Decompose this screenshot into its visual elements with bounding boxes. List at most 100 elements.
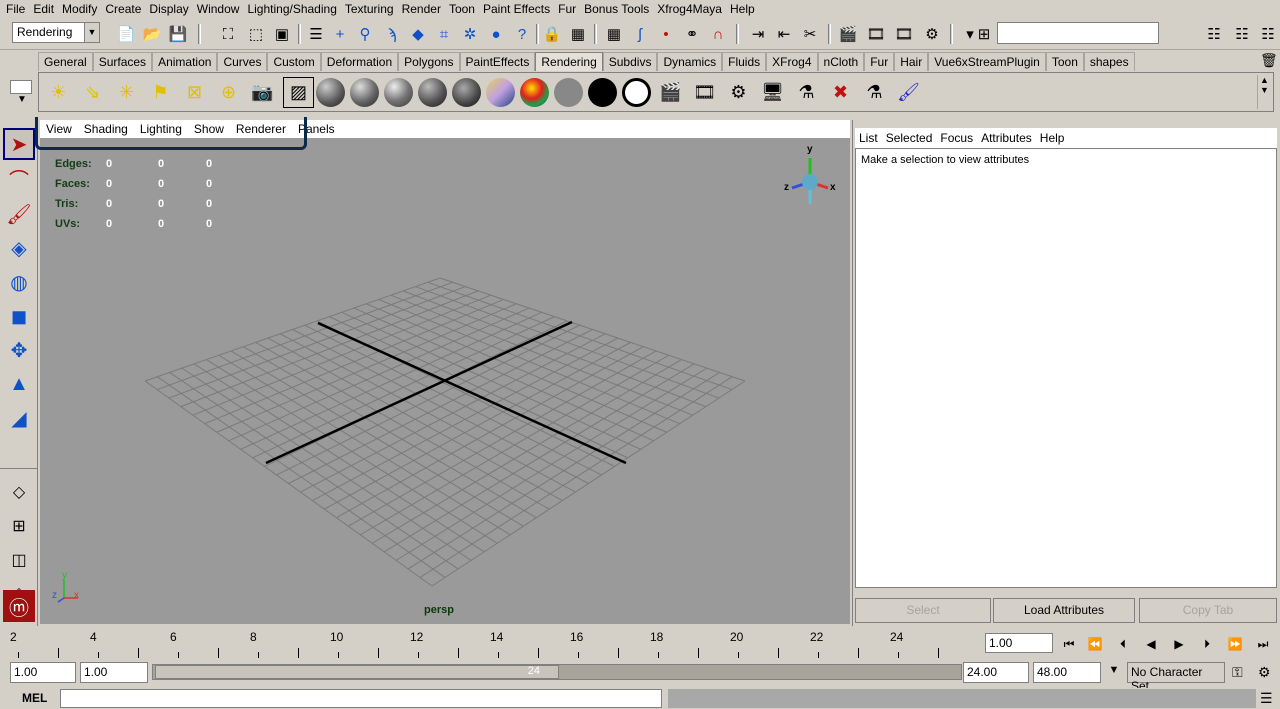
- surface-shader-icon[interactable]: [553, 77, 584, 108]
- ambient-light-icon[interactable]: ☀: [43, 77, 74, 108]
- playback-end-field[interactable]: 24.00: [963, 662, 1029, 683]
- step-back-key-icon[interactable]: ⏴: [1112, 633, 1134, 655]
- shelf-tab-toon[interactable]: Toon: [1045, 52, 1084, 71]
- shelf-tab-general[interactable]: General: [38, 52, 93, 71]
- camera-icon[interactable]: 📷: [247, 77, 278, 108]
- menu-lighting-shading[interactable]: Lighting/Shading: [245, 2, 342, 16]
- render-current-frame-icon[interactable]: 🎞: [866, 24, 886, 44]
- shelf-tab-shapes[interactable]: shapes: [1083, 52, 1135, 71]
- four-view-layout-icon[interactable]: ⊞: [3, 510, 35, 542]
- play-backwards-icon[interactable]: ◀: [1140, 633, 1162, 655]
- select-tool-icon[interactable]: ➤: [3, 128, 35, 160]
- select-object-icon[interactable]: ⬚: [246, 24, 266, 44]
- shelf-tab-ncloth[interactable]: nCloth: [817, 52, 865, 71]
- phong-shader-icon[interactable]: [383, 77, 414, 108]
- ramp-shader-icon[interactable]: [519, 77, 550, 108]
- paint-canvas-icon[interactable]: ⚗: [859, 77, 890, 108]
- animation-start-field[interactable]: 1.00: [10, 662, 76, 683]
- area-light-icon[interactable]: ⊠: [179, 77, 210, 108]
- blinn-shader-icon[interactable]: [349, 77, 380, 108]
- render-settings-icon[interactable]: ⚙: [723, 77, 754, 108]
- render-globals-icon[interactable]: ⚙: [922, 24, 942, 44]
- scale-tool-icon[interactable]: ◼: [3, 300, 35, 332]
- snap-grid-icon[interactable]: ▦: [604, 24, 624, 44]
- select-hierarchy-icon[interactable]: ⛶: [218, 24, 238, 44]
- script-editor-icon[interactable]: ☰: [1260, 690, 1273, 707]
- attribute-menu-focus[interactable]: Focus: [936, 131, 977, 145]
- time-slider[interactable]: 2 4 6 8 10 12 14 16 18 20 22 24 1.00 ⏮ ⏪ ⏴ ◀ ▶ ⏵ ⏩ …: [0, 628, 1280, 660]
- menu-render[interactable]: Render: [400, 2, 447, 16]
- attribute-menu-selected[interactable]: Selected: [882, 131, 937, 145]
- menu-file[interactable]: File: [4, 2, 31, 16]
- shelf-tab-polygons[interactable]: Polygons: [398, 52, 460, 71]
- input-connections-icon[interactable]: ⇥: [748, 24, 768, 44]
- delete-brush-icon[interactable]: ✖: [825, 77, 856, 108]
- select-dynamics-icon[interactable]: ✲: [460, 24, 480, 44]
- soft-modification-icon[interactable]: ▲: [3, 368, 35, 400]
- paint-brush-icon[interactable]: 🖌: [893, 77, 924, 108]
- menu-window[interactable]: Window: [195, 2, 246, 16]
- render-view-icon[interactable]: 🎬: [655, 77, 686, 108]
- range-slider-thumb[interactable]: 24: [155, 665, 559, 679]
- shelf-tab-vue6xstreamplugin[interactable]: Vue6xStreamPlugin: [928, 52, 1046, 71]
- universal-manipulator-icon[interactable]: ✥: [3, 334, 35, 366]
- shelf-tab-deformation[interactable]: Deformation: [320, 52, 399, 71]
- select-deformations-icon[interactable]: ⌗: [434, 24, 454, 44]
- shelf-tab-surfaces[interactable]: Surfaces: [92, 52, 153, 71]
- rename-icon[interactable]: ⊞: [974, 24, 994, 44]
- ipr-render-icon[interactable]: 🎞: [689, 77, 720, 108]
- mel-input[interactable]: [60, 689, 662, 708]
- channel-box-toggle-icon[interactable]: ☷: [1258, 24, 1278, 44]
- chevron-down-icon[interactable]: ▼: [84, 23, 99, 42]
- phonge-shader-icon[interactable]: [417, 77, 448, 108]
- filter-icon[interactable]: ☰: [306, 24, 326, 44]
- menu-fur[interactable]: Fur: [556, 2, 582, 16]
- key-icon[interactable]: ⚿: [1232, 664, 1243, 681]
- shelf-tab-subdivs[interactable]: Subdivs: [602, 52, 658, 71]
- time-slider-ticks[interactable]: 2 4 6 8 10 12 14 16 18 20 22 24: [10, 628, 980, 658]
- shelf-menu-button[interactable]: ▼: [10, 78, 34, 112]
- select-surfaces-icon[interactable]: ◆: [408, 24, 428, 44]
- snap-point-icon[interactable]: •: [656, 24, 676, 44]
- play-forwards-icon[interactable]: ▶: [1168, 633, 1190, 655]
- render-view-icon[interactable]: 🎬: [838, 24, 858, 44]
- volume-light-icon[interactable]: ⊕: [213, 77, 244, 108]
- shading-map-icon[interactable]: [621, 77, 652, 108]
- current-frame-field[interactable]: 1.00: [985, 633, 1053, 653]
- menu-edit[interactable]: Edit: [31, 2, 60, 16]
- shelf-tab-custom[interactable]: Custom: [267, 52, 321, 71]
- render-batch-icon[interactable]: 🖥: [757, 77, 788, 108]
- select-component-icon[interactable]: ▣: [272, 24, 292, 44]
- point-light-icon[interactable]: ✳: [111, 77, 142, 108]
- go-to-end-icon[interactable]: ⏭: [1252, 633, 1274, 655]
- perspective-viewport[interactable]: Edges: 0 0 0 Faces: 0 0 0 Tris: 0 0 0 UVs: 0 0 0 y x z …: [40, 138, 850, 624]
- select-button[interactable]: Select: [855, 598, 991, 623]
- step-forward-frame-icon[interactable]: ⏩: [1224, 633, 1246, 655]
- menu-help[interactable]: Help: [728, 2, 761, 16]
- spot-light-icon[interactable]: ⚑: [145, 77, 176, 108]
- attribute-menu-attributes[interactable]: Attributes: [977, 131, 1036, 145]
- shelf-tab-curves[interactable]: Curves: [217, 52, 268, 71]
- animation-end-field[interactable]: 48.00: [1033, 662, 1101, 683]
- attribute-editor-toggle-icon[interactable]: ☷: [1204, 24, 1224, 44]
- snap-view-plane-icon[interactable]: ⚭: [682, 24, 702, 44]
- select-curves-icon[interactable]: ϡ: [382, 24, 402, 44]
- shelf-tab-rendering[interactable]: Rendering: [535, 52, 603, 71]
- new-scene-icon[interactable]: 📄: [116, 24, 136, 44]
- shelf-tab-dynamics[interactable]: Dynamics: [657, 52, 723, 71]
- step-forward-key-icon[interactable]: ⏵: [1196, 633, 1218, 655]
- rotate-tool-icon[interactable]: ◍: [3, 266, 35, 298]
- shelf-tab-painteffects[interactable]: PaintEffects: [459, 52, 536, 71]
- magnet-icon[interactable]: ∩: [708, 24, 728, 44]
- menu-texturing[interactable]: Texturing: [343, 2, 400, 16]
- load-attributes-button[interactable]: Load Attributes: [993, 598, 1135, 623]
- step-back-frame-icon[interactable]: ⏪: [1084, 633, 1106, 655]
- tool-settings-toggle-icon[interactable]: ☷: [1232, 24, 1252, 44]
- open-scene-icon[interactable]: 📂: [142, 24, 162, 44]
- playback-start-field[interactable]: 1.00: [80, 662, 148, 683]
- use-background-shader-icon[interactable]: [587, 77, 618, 108]
- menu-create[interactable]: Create: [103, 2, 147, 16]
- quick-select-input[interactable]: [997, 22, 1159, 44]
- directional-light-icon[interactable]: ⇘: [77, 77, 108, 108]
- attribute-menu-help[interactable]: Help: [1036, 131, 1069, 145]
